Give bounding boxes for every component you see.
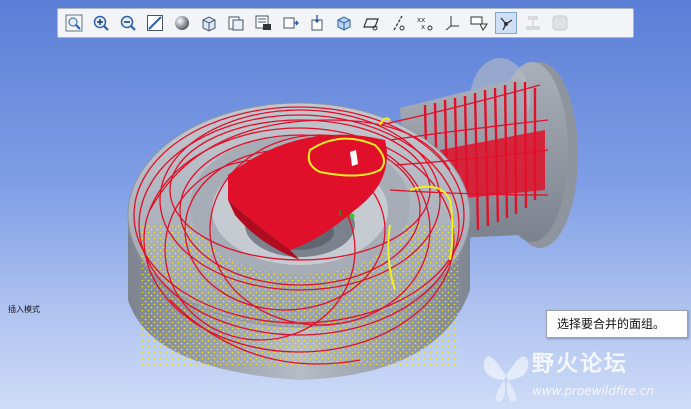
refit-icon	[147, 15, 163, 31]
view-toolbar: xx x	[57, 8, 634, 38]
zoom-in-icon	[93, 15, 109, 31]
datum-axis-icon	[393, 15, 405, 31]
zoom-in-button[interactable]	[90, 12, 112, 34]
svg-text:x: x	[421, 23, 425, 31]
appearance-button[interactable]	[549, 12, 571, 34]
datum-plane-icon	[363, 18, 379, 31]
mode-label: 插入模式	[8, 305, 40, 314]
refit-button[interactable]	[144, 12, 166, 34]
coordinate-system-button[interactable]	[441, 12, 463, 34]
shaded-sphere-icon	[175, 16, 189, 30]
layers-button[interactable]	[252, 12, 274, 34]
reorient-button[interactable]	[279, 12, 301, 34]
prompt-tooltip: 选择要合并的面组。	[546, 310, 688, 338]
annotation-button[interactable]	[468, 12, 490, 34]
watermark: 野火论坛 www.proewildfire.cn	[480, 340, 691, 409]
zoom-out-icon	[120, 15, 136, 31]
annotation-icon	[470, 16, 488, 31]
zoom-window-button[interactable]	[63, 12, 85, 34]
display-style-icon	[337, 16, 351, 31]
watermark-url: www.proewildfire.cn	[532, 384, 654, 398]
zoom-window-icon	[65, 14, 83, 32]
feature-display-button[interactable]	[522, 12, 544, 34]
saved-views-button[interactable]	[225, 12, 247, 34]
display-style-button[interactable]	[333, 12, 355, 34]
saved-views-icon	[228, 16, 244, 31]
zoom-out-button[interactable]	[117, 12, 139, 34]
spin-center-button[interactable]	[306, 12, 328, 34]
datum-axis-button[interactable]	[387, 12, 409, 34]
watermark-title: 野火论坛	[532, 352, 629, 377]
spin-center-icon	[311, 15, 323, 31]
shading-button[interactable]	[171, 12, 193, 34]
selection-filter-icon	[500, 17, 513, 31]
graphics-window[interactable]: xx x 插入模式 选择要合并的面组。 野火论坛 www.proewildfire…	[0, 0, 691, 409]
reorient-icon	[283, 17, 299, 29]
selection-filter-button[interactable]	[495, 12, 517, 34]
coordinate-system-icon	[445, 16, 459, 31]
appearance-icon	[552, 15, 568, 31]
view-cube-icon	[202, 16, 216, 32]
datum-plane-button[interactable]	[360, 12, 382, 34]
butterfly-logo	[483, 356, 529, 402]
view-cube-button[interactable]	[198, 12, 220, 34]
feature-display-icon	[526, 16, 540, 30]
datum-point-button[interactable]: xx x	[414, 12, 436, 34]
layers-icon	[255, 15, 271, 30]
datum-point-icon: xxx	[417, 16, 433, 31]
